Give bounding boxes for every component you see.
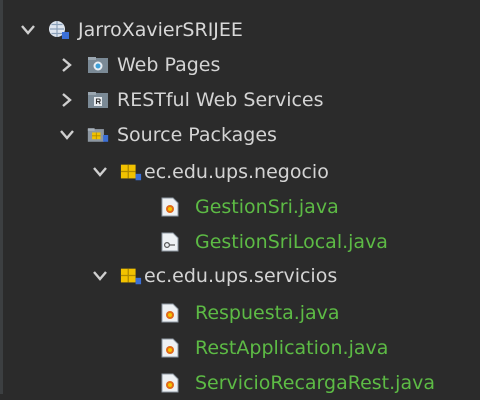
package-icon	[120, 266, 142, 286]
package-label: ec.edu.ups.negocio	[144, 161, 329, 183]
tree-node-restful-services[interactable]: RESTful Web Services	[0, 83, 480, 117]
file-label: Respuesta.java	[195, 302, 340, 324]
tree-node-package-servicios[interactable]: ec.edu.ups.servicios	[0, 259, 480, 293]
chevron-down-icon[interactable]	[18, 20, 38, 40]
file-label: ServicioRecargaRest.java	[195, 372, 435, 394]
tree-node-label: Source Packages	[117, 124, 277, 146]
package-label: ec.edu.ups.servicios	[144, 265, 338, 287]
file-label: GestionSri.java	[195, 196, 339, 218]
tree-node-file[interactable]: GestionSriLocal.java	[0, 225, 480, 259]
chevron-down-icon[interactable]	[57, 125, 77, 145]
package-icon	[120, 162, 142, 182]
tree-node-file[interactable]: GestionSri.java	[0, 190, 480, 224]
java-class-icon	[159, 303, 181, 323]
chevron-right-icon[interactable]	[57, 55, 77, 75]
tree-node-file[interactable]: ServicioRecargaRest.java	[0, 366, 480, 400]
project-name: JarroXavierSRIJEE	[78, 19, 243, 41]
tree-node-label: RESTful Web Services	[117, 89, 324, 111]
file-label: RestApplication.java	[195, 337, 389, 359]
chevron-down-icon[interactable]	[90, 162, 110, 182]
tree-node-package-negocio[interactable]: ec.edu.ups.negocio	[0, 155, 480, 189]
java-interface-icon	[159, 232, 181, 252]
chevron-down-icon[interactable]	[90, 266, 110, 286]
tree-node-web-pages[interactable]: Web Pages	[0, 48, 480, 82]
tree-node-label: Web Pages	[117, 54, 221, 76]
tree-node-source-packages[interactable]: Source Packages	[0, 118, 480, 152]
tree-node-file[interactable]: Respuesta.java	[0, 296, 480, 330]
file-label: GestionSriLocal.java	[195, 231, 388, 253]
java-class-icon	[159, 338, 181, 358]
tree-node-project[interactable]: JarroXavierSRIJEE	[0, 13, 480, 47]
java-class-icon	[159, 373, 181, 393]
web-pages-folder-icon	[87, 55, 109, 75]
project-tree: JarroXavierSRIJEE Web Pages RESTful Web …	[0, 0, 480, 394]
tree-node-file[interactable]: RestApplication.java	[0, 331, 480, 365]
java-class-icon	[159, 197, 181, 217]
restful-services-icon	[87, 90, 109, 110]
source-packages-icon	[87, 125, 109, 145]
chevron-right-icon[interactable]	[57, 90, 77, 110]
web-project-icon	[48, 20, 70, 40]
